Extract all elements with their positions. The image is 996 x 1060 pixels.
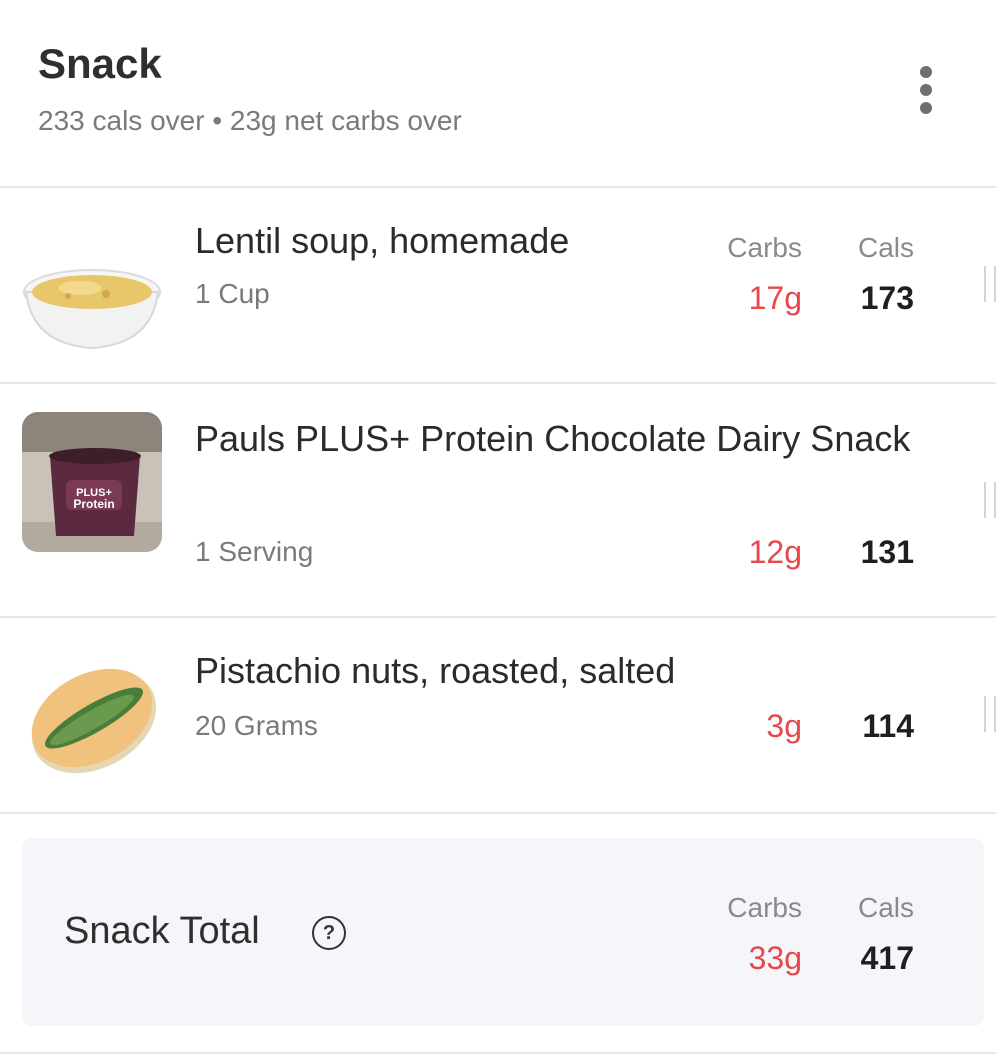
food-row-lentil-soup[interactable]: Lentil soup, homemade 1 Cup Carbs Cals 1…: [0, 186, 996, 384]
food-name: Lentil soup, homemade: [195, 220, 570, 261]
cals-header: Cals: [857, 232, 914, 263]
food-name: Pauls PLUS+ Protein Chocolate Dairy Snac…: [195, 418, 911, 459]
divider: [0, 1052, 996, 1054]
soup-bowl-icon: [22, 214, 162, 354]
total-carbs-value: 33g: [748, 940, 802, 976]
total-cals-header: Cals: [857, 892, 914, 923]
carbs-value: 17g: [748, 280, 802, 316]
meal-title: Snack: [38, 40, 162, 87]
help-icon[interactable]: ?: [312, 916, 346, 950]
carbs-value: 3g: [766, 708, 802, 744]
drag-handle[interactable]: [984, 696, 996, 732]
food-row-protein-snack[interactable]: PLUS+ Protein Pauls PLUS+ Protein Chocol…: [0, 384, 996, 618]
food-quantity: 20 Grams: [195, 710, 318, 741]
meal-total-label: Snack Total: [64, 910, 260, 952]
drag-handle[interactable]: [984, 266, 996, 302]
food-quantity: 1 Cup: [195, 278, 270, 309]
carbs-header: Carbs: [727, 232, 802, 263]
meal-total-panel: Snack Total ? Carbs Cals 33g 417: [22, 838, 984, 1026]
drag-handle[interactable]: [984, 482, 996, 518]
cals-value: 131: [860, 534, 914, 570]
food-row-pistachio[interactable]: Pistachio nuts, roasted, salted 20 Grams…: [0, 618, 996, 814]
meal-header: Snack 233 cals over • 23g net carbs over: [0, 0, 996, 188]
carbs-value: 12g: [748, 534, 802, 570]
total-carbs-header: Carbs: [727, 892, 802, 923]
svg-text:Protein: Protein: [73, 497, 114, 511]
more-vertical-icon[interactable]: [904, 62, 948, 120]
total-cals-value: 417: [860, 940, 914, 976]
food-quantity: 1 Serving: [195, 536, 314, 567]
protein-cup-photo: PLUS+ Protein: [22, 412, 162, 552]
snack-card: Snack 233 cals over • 23g net carbs over…: [0, 0, 996, 1060]
meal-summary: 233 cals over • 23g net carbs over: [38, 105, 462, 136]
pistachio-icon: [22, 646, 162, 786]
cals-value: 173: [860, 280, 914, 316]
cals-value: 114: [862, 708, 914, 744]
food-name: Pistachio nuts, roasted, salted: [195, 650, 676, 691]
